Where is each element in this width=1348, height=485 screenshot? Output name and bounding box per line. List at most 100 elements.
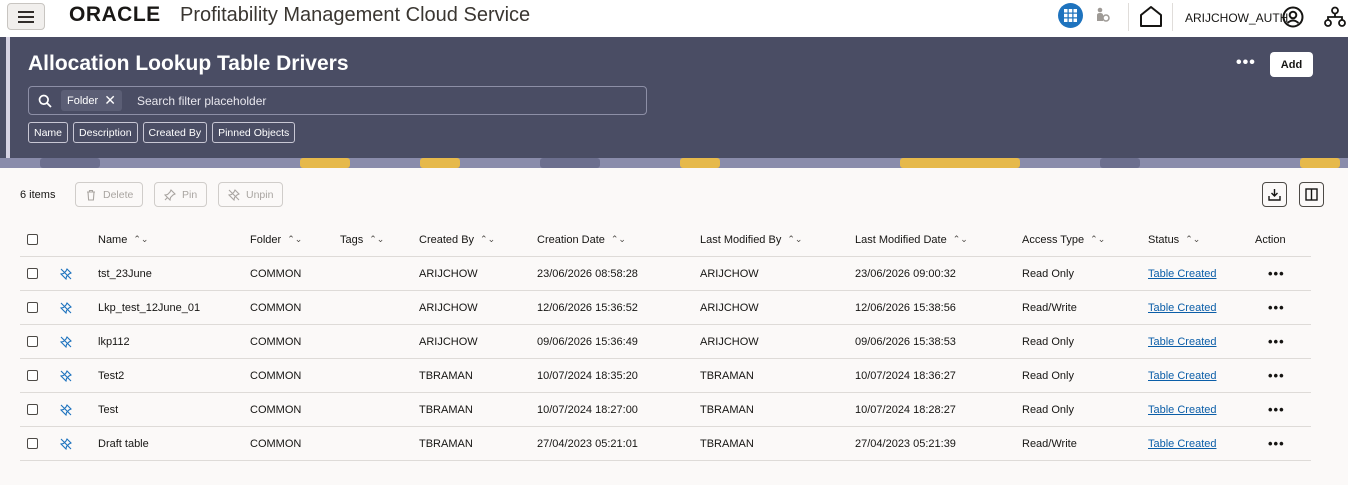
row-modified-date: 23/06/2026 09:00:32	[855, 267, 956, 280]
row-creation-date: 10/07/2024 18:35:20	[537, 369, 638, 382]
user-icon[interactable]	[1282, 6, 1304, 28]
apps-grid-button[interactable]	[1058, 3, 1083, 28]
column-view-button[interactable]	[1299, 182, 1324, 207]
row-created-by: ARIJCHOW	[419, 267, 478, 280]
sort-icon: ⌃⌄	[369, 234, 385, 244]
row-access-type: Read/Write	[1022, 437, 1077, 450]
col-header-access-type[interactable]: Access Type ⌃⌄	[1022, 223, 1105, 256]
row-checkbox[interactable]	[27, 336, 38, 347]
unpin-button[interactable]: Unpin	[218, 182, 284, 207]
home-icon[interactable]	[1139, 5, 1163, 27]
row-modified-date: 10/07/2024 18:28:27	[855, 403, 956, 416]
col-header-name[interactable]: Name ⌃⌄	[98, 223, 148, 256]
row-status-link[interactable]: Table Created	[1148, 291, 1217, 324]
row-checkbox[interactable]	[27, 370, 38, 381]
row-actions-button[interactable]: •••	[1268, 393, 1285, 426]
row-modified-date: 09/06/2026 15:38:53	[855, 335, 956, 348]
row-status-link[interactable]: Table Created	[1148, 359, 1217, 392]
sort-icon: ⌃⌄	[952, 234, 968, 244]
row-status-link[interactable]: Table Created	[1148, 257, 1217, 290]
row-status-link[interactable]: Table Created	[1148, 325, 1217, 358]
filter-name[interactable]: Name	[28, 122, 69, 143]
app-title: Profitability Management Cloud Service	[180, 4, 531, 26]
row-checkbox[interactable]	[27, 268, 38, 279]
download-icon	[1268, 189, 1281, 201]
row-creation-date: 09/06/2026 15:36:49	[537, 335, 638, 348]
col-header-created-by[interactable]: Created By ⌃⌄	[419, 223, 495, 256]
row-name[interactable]: Test	[98, 393, 118, 426]
row-name[interactable]: Test2	[98, 359, 124, 392]
row-modified-by: ARIJCHOW	[700, 267, 759, 280]
table-row[interactable]: Draft table COMMON TBRAMAN 27/04/2023 05…	[20, 427, 1311, 461]
folder-filter-chip[interactable]: Folder ✕	[61, 90, 122, 111]
row-modified-by: TBRAMAN	[700, 403, 754, 416]
username[interactable]: ARIJCHOW_AUTH	[1185, 11, 1288, 25]
filter-created-by[interactable]: Created By	[142, 122, 208, 143]
filter-description[interactable]: Description	[73, 122, 138, 143]
navigator-icon[interactable]	[1324, 6, 1346, 28]
search-filter[interactable]: Folder ✕ Search filter placeholder	[28, 86, 647, 115]
sort-icon: ⌃⌄	[1185, 234, 1201, 244]
col-header-last-modified-date[interactable]: Last Modified Date ⌃⌄	[855, 223, 968, 256]
select-all-checkbox[interactable]	[27, 234, 38, 245]
close-icon[interactable]: ✕	[104, 92, 116, 109]
top-bar: ORACLE Profitability Management Cloud Se…	[0, 0, 1348, 37]
unpin-icon[interactable]	[60, 301, 72, 314]
col-header-status[interactable]: Status ⌃⌄	[1148, 223, 1200, 256]
table-row[interactable]: Test2 COMMON TBRAMAN 10/07/2024 18:35:20…	[20, 359, 1311, 393]
add-button[interactable]: Add	[1270, 52, 1313, 77]
row-name[interactable]: lkp112	[98, 325, 130, 358]
row-checkbox[interactable]	[27, 404, 38, 415]
row-access-type: Read Only	[1022, 403, 1074, 416]
unpin-icon[interactable]	[60, 403, 72, 416]
row-actions-button[interactable]: •••	[1268, 359, 1285, 392]
row-actions-button[interactable]: •••	[1268, 325, 1285, 358]
export-button[interactable]	[1262, 182, 1287, 207]
unpin-icon[interactable]	[60, 267, 72, 280]
row-folder: COMMON	[250, 437, 302, 450]
col-header-tags[interactable]: Tags ⌃⌄	[340, 223, 384, 256]
table-row[interactable]: Lkp_test_12June_01 COMMON ARIJCHOW 12/06…	[20, 291, 1311, 325]
row-name[interactable]: tst_23June	[98, 257, 152, 290]
row-modified-by: ARIJCHOW	[700, 301, 759, 314]
search-input[interactable]: Search filter placeholder	[137, 94, 266, 108]
table-header-row: Name ⌃⌄ Folder ⌃⌄ Tags ⌃⌄ Created By ⌃⌄ Crea…	[20, 223, 1311, 257]
row-folder: COMMON	[250, 369, 302, 382]
table-row[interactable]: lkp112 COMMON ARIJCHOW 09/06/2026 15:36:…	[20, 325, 1311, 359]
row-name[interactable]: Draft table	[98, 427, 149, 460]
row-status-link[interactable]: Table Created	[1148, 427, 1217, 460]
pin-button[interactable]: Pin	[154, 182, 208, 207]
table-row[interactable]: tst_23June COMMON ARIJCHOW 23/06/2026 08…	[20, 257, 1311, 291]
col-header-folder[interactable]: Folder ⌃⌄	[250, 223, 302, 256]
page-header-banner: Allocation Lookup Table Drivers ••• Add …	[0, 37, 1348, 168]
more-options-button[interactable]: •••	[1236, 54, 1256, 72]
row-creation-date: 23/06/2026 08:58:28	[537, 267, 638, 280]
unpin-icon[interactable]	[60, 437, 72, 450]
unpin-icon[interactable]	[60, 335, 72, 348]
row-checkbox[interactable]	[27, 438, 38, 449]
accessibility-icon[interactable]	[1094, 7, 1110, 23]
trash-icon	[87, 189, 95, 201]
col-header-last-modified-by[interactable]: Last Modified By ⌃⌄	[700, 223, 802, 256]
delete-button[interactable]: Delete	[75, 182, 144, 207]
menu-button[interactable]	[7, 3, 45, 30]
row-name[interactable]: Lkp_test_12June_01	[98, 291, 200, 324]
row-modified-date: 10/07/2024 18:36:27	[855, 369, 956, 382]
unpin-label: Unpin	[246, 188, 274, 201]
filter-pinned-objects[interactable]: Pinned Objects	[212, 122, 296, 143]
table-row[interactable]: Test COMMON TBRAMAN 10/07/2024 18:27:00 …	[20, 393, 1311, 427]
row-modified-by: TBRAMAN	[700, 369, 754, 382]
row-status-link[interactable]: Table Created	[1148, 393, 1217, 426]
row-actions-button[interactable]: •••	[1268, 291, 1285, 324]
row-actions-button[interactable]: •••	[1268, 427, 1285, 460]
row-access-type: Read Only	[1022, 369, 1074, 382]
banner-accent-bar	[6, 37, 10, 158]
row-actions-button[interactable]: •••	[1268, 257, 1285, 290]
sort-icon: ⌃⌄	[610, 234, 626, 244]
row-modified-by: ARIJCHOW	[700, 335, 759, 348]
row-checkbox[interactable]	[27, 302, 38, 313]
col-header-creation-date[interactable]: Creation Date ⌃⌄	[537, 223, 626, 256]
unpin-icon[interactable]	[60, 369, 72, 382]
sort-icon: ⌃⌄	[787, 234, 803, 244]
select-all-cell	[27, 223, 38, 256]
